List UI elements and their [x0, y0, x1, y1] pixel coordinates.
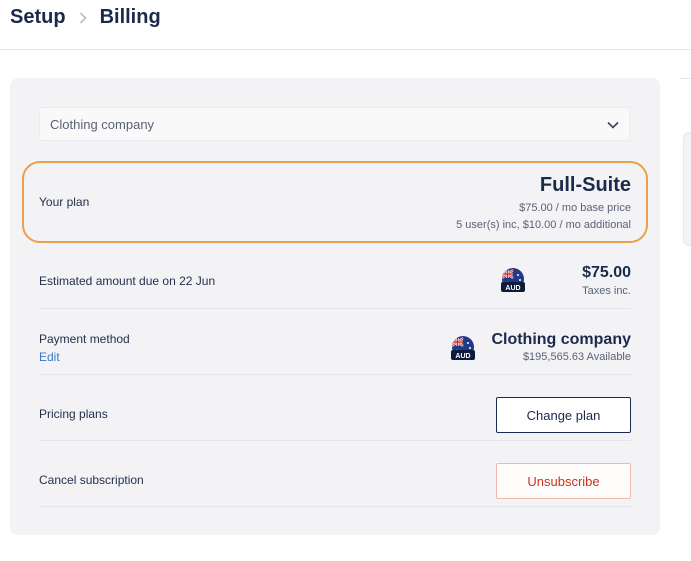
plan-highlight: [22, 161, 648, 243]
divider: [680, 78, 691, 79]
cancel-label: Cancel subscription: [39, 473, 144, 487]
pricing-label: Pricing plans: [39, 407, 108, 421]
account-select[interactable]: Clothing company: [39, 107, 630, 141]
estimate-amount: $75.00: [582, 264, 631, 281]
payment-account-name: Clothing company: [491, 331, 631, 348]
estimate-label: Estimated amount due on 22 Jun: [39, 274, 216, 288]
unsubscribe-button[interactable]: Unsubscribe: [496, 463, 631, 499]
estimate-row: Estimated amount due on 22 Jun AUD $75.0…: [39, 242, 631, 309]
chevron-down-icon: [607, 118, 619, 136]
change-plan-button[interactable]: Change plan: [496, 397, 631, 433]
breadcrumb-setup[interactable]: Setup: [10, 6, 66, 29]
cancel-row: Cancel subscription Unsubscribe: [39, 440, 631, 507]
pricing-row: Pricing plans Change plan: [39, 374, 631, 441]
aud-flag-text: AUD: [455, 353, 470, 360]
page-header: Setup Billing: [0, 0, 691, 50]
chevron-right-icon: [79, 11, 87, 24]
payment-label: Payment method: [39, 332, 130, 346]
side-panel: [683, 132, 691, 246]
edit-payment-link[interactable]: Edit: [39, 350, 60, 364]
aud-flag-icon: AUD: [449, 335, 477, 363]
payment-available: $195,565.63 Available: [522, 351, 631, 363]
estimate-tax-note: Taxes inc.: [582, 285, 631, 297]
account-select-value: Clothing company: [50, 117, 155, 132]
aud-flag-text: AUD: [505, 285, 520, 292]
payment-row: Payment method Edit AUD Clothing company…: [39, 308, 631, 375]
aud-flag-icon: AUD: [499, 267, 527, 295]
breadcrumb: Setup Billing: [10, 6, 161, 29]
breadcrumb-billing: Billing: [99, 6, 161, 28]
